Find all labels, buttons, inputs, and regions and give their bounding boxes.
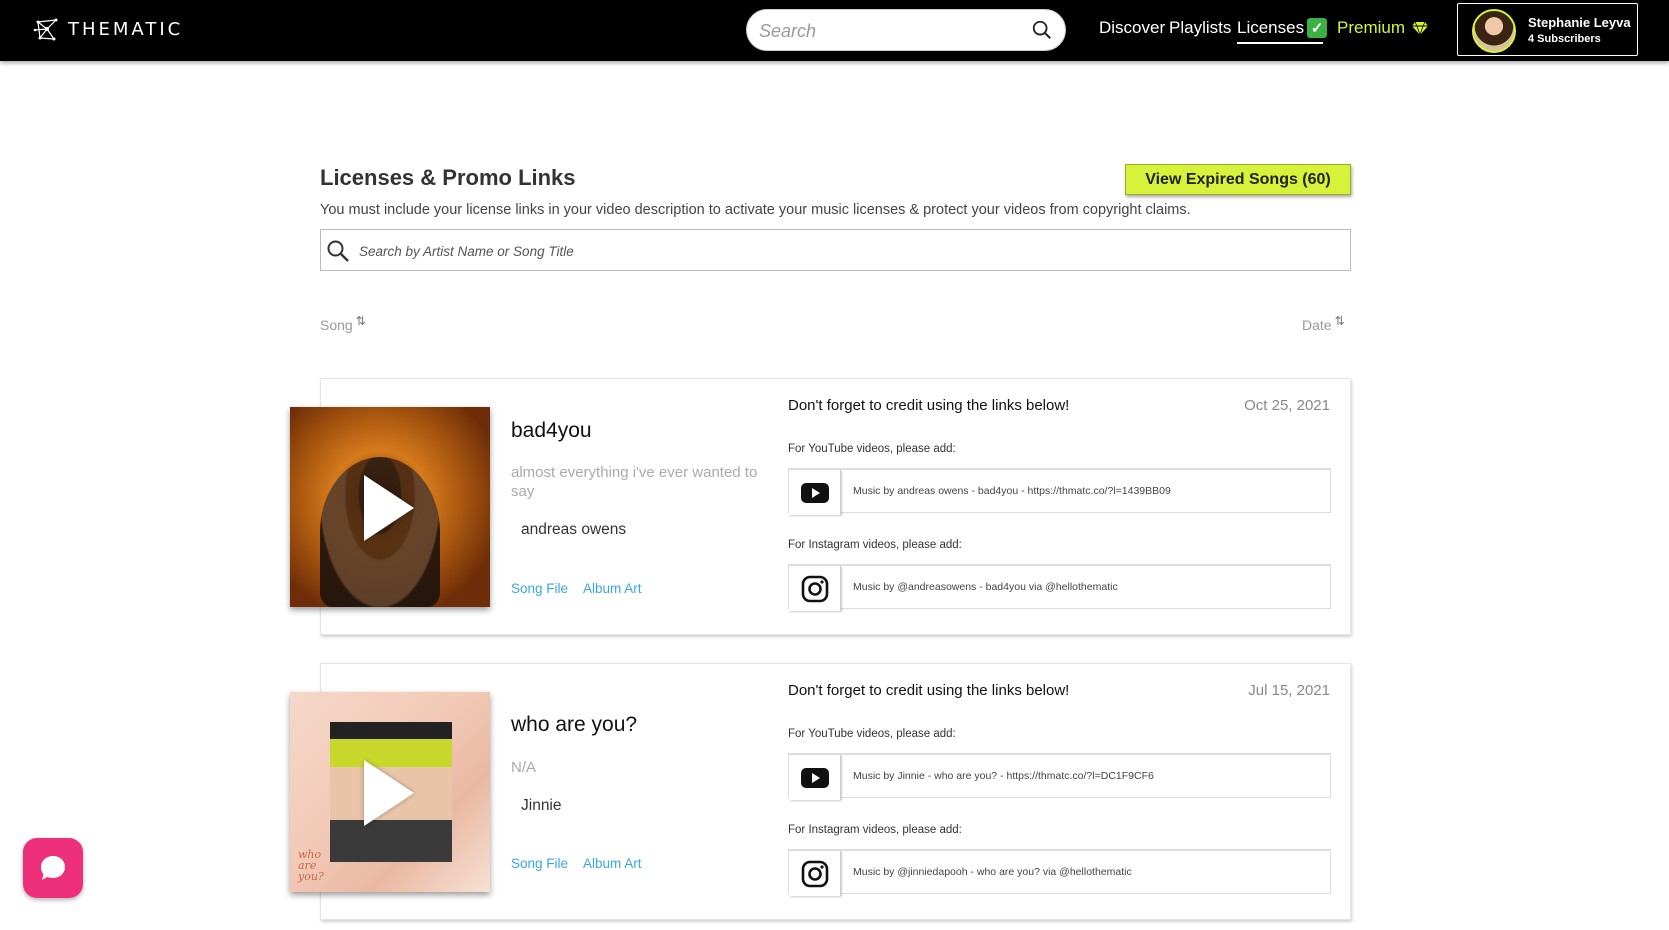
nav-licenses[interactable]: Licenses ✓: [1237, 18, 1328, 38]
youtube-icon: [800, 482, 829, 503]
active-nav-underline: [1237, 42, 1323, 44]
instagram-label: For Instagram videos, please add:: [788, 824, 962, 836]
album-art-link[interactable]: Album Art: [583, 856, 642, 871]
instagram-copy-button[interactable]: [789, 566, 841, 611]
avatar: [1472, 9, 1516, 53]
license-search-input[interactable]: [359, 240, 1259, 262]
nav-licenses-label: Licenses: [1237, 18, 1305, 37]
youtube-icon: [800, 767, 829, 788]
search-icon[interactable]: [1031, 19, 1053, 41]
sort-arrows-icon: ⇅: [1334, 314, 1345, 328]
youtube-credit-text[interactable]: Music by Jinnie - who are you? - https:/…: [853, 770, 1154, 782]
instagram-credit-text[interactable]: Music by @jinniedapooh - who are you? vi…: [853, 866, 1132, 878]
song-title: bad4you: [511, 419, 592, 442]
check-mark-icon: ✓: [1307, 18, 1328, 38]
top-navbar: THEMATIC Discover Playlists Licenses ✓ P…: [0, 0, 1669, 61]
song-file-link[interactable]: Song File: [511, 856, 568, 871]
youtube-label: For YouTube videos, please add:: [788, 728, 956, 740]
song-subtitle: almost everything i've ever wanted to sa…: [511, 464, 758, 500]
youtube-copy-button[interactable]: [789, 470, 841, 515]
thematic-logo[interactable]: THEMATIC: [32, 13, 183, 45]
play-icon[interactable]: [364, 475, 414, 541]
artist-name[interactable]: Jinnie: [521, 797, 562, 815]
instagram-credit-box[interactable]: Music by @jinniedapooh - who are you? vi…: [788, 849, 1331, 896]
play-icon[interactable]: [364, 760, 414, 826]
diamond-icon: [1412, 21, 1429, 36]
album-cover[interactable]: who are you?: [290, 692, 490, 892]
youtube-credit-box[interactable]: Music by Jinnie - who are you? - https:/…: [788, 753, 1331, 800]
youtube-copy-button[interactable]: [789, 755, 841, 800]
sort-arrows-icon: ⇅: [355, 314, 366, 328]
view-expired-songs-button[interactable]: View Expired Songs (60): [1125, 164, 1351, 195]
album-cover-text: who are you?: [298, 848, 324, 883]
instagram-copy-button[interactable]: [789, 851, 841, 896]
youtube-credit-box[interactable]: Music by andreas owens - bad4you - https…: [788, 468, 1331, 515]
credit-heading: Don't forget to credit using the links b…: [788, 682, 1070, 699]
album-art-link[interactable]: Album Art: [583, 581, 642, 596]
page-title: Licenses & Promo Links: [320, 165, 576, 190]
license-date: Jul 15, 2021: [1248, 682, 1330, 699]
instagram-credit-text[interactable]: Music by @andreasowens - bad4you via @he…: [853, 581, 1118, 593]
header-search: [746, 9, 1066, 51]
instagram-icon: [801, 575, 828, 602]
chat-bubble-icon: [41, 856, 65, 880]
user-subscribers: 4 Subscribers: [1528, 33, 1601, 45]
sort-date-label: Date: [1302, 317, 1332, 333]
logo-text: THEMATIC: [68, 18, 184, 40]
artist-name[interactable]: andreas owens: [521, 521, 626, 539]
nav-premium-label: Premium: [1337, 18, 1406, 37]
youtube-credit-text[interactable]: Music by andreas owens - bad4you - https…: [853, 485, 1171, 497]
youtube-label: For YouTube videos, please add:: [788, 443, 956, 455]
song-title: who are you?: [511, 713, 638, 736]
nav-playlists[interactable]: Playlists: [1169, 18, 1231, 38]
header-search-input[interactable]: [759, 18, 1019, 44]
instagram-label: For Instagram videos, please add:: [788, 539, 962, 551]
song-subtitle: N/A: [511, 759, 537, 776]
page-description: You must include your license links in y…: [320, 202, 1191, 218]
license-date: Oct 25, 2021: [1244, 397, 1330, 414]
license-search: [320, 229, 1351, 271]
sort-by-song[interactable]: Song ⇅: [320, 314, 366, 333]
chat-button[interactable]: [23, 838, 83, 898]
user-profile-button[interactable]: Stephanie Leyva 4 Subscribers: [1457, 3, 1638, 56]
nav-discover[interactable]: Discover: [1099, 18, 1165, 38]
nav-premium[interactable]: Premium: [1337, 18, 1429, 38]
search-icon: [327, 240, 349, 262]
sort-by-date[interactable]: Date ⇅: [1302, 314, 1345, 333]
song-file-link[interactable]: Song File: [511, 581, 568, 596]
instagram-icon: [801, 860, 828, 887]
user-name: Stephanie Leyva: [1528, 15, 1631, 30]
album-cover[interactable]: [290, 407, 490, 607]
logo-icon: [33, 18, 58, 41]
credit-heading: Don't forget to credit using the links b…: [788, 397, 1070, 414]
instagram-credit-box[interactable]: Music by @andreasowens - bad4you via @he…: [788, 564, 1331, 611]
sort-song-label: Song: [320, 317, 353, 333]
